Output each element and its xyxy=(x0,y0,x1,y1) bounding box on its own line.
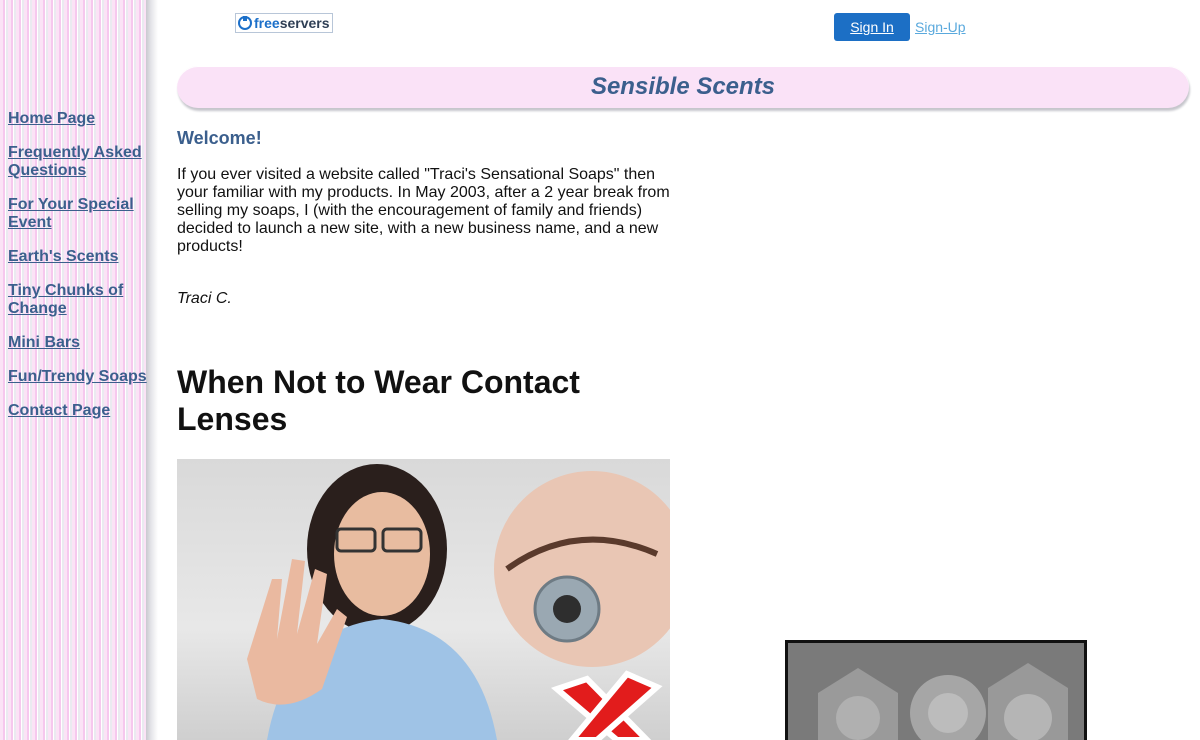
sidebar-item-home[interactable]: Home Page xyxy=(8,110,154,128)
intro-paragraph: If you ever visited a website called "Tr… xyxy=(177,166,670,255)
sidebar-item-faq[interactable]: Frequently Asked Questions xyxy=(8,144,154,180)
sidebar-item-special-event[interactable]: For Your Special Event xyxy=(8,196,154,232)
welcome-heading: Welcome! xyxy=(177,128,262,148)
hero-illustration xyxy=(247,464,670,740)
site-banner: Sensible Scents xyxy=(177,66,1189,108)
red-x-icon xyxy=(551,670,663,740)
sidebar-item-tiny-chunks[interactable]: Tiny Chunks of Change xyxy=(8,282,154,318)
freeservers-logo[interactable]: free servers xyxy=(235,13,333,33)
sign-in-button[interactable]: Sign In xyxy=(834,13,910,41)
logo-text-free: free xyxy=(254,15,280,31)
soap-photo[interactable] xyxy=(785,640,1087,740)
sidebar-item-earths-scents[interactable]: Earth's Scents xyxy=(8,248,154,266)
site-title: Sensible Scents xyxy=(590,73,776,100)
logo-text-servers: servers xyxy=(279,15,330,31)
article-title: When Not to Wear Contact Lenses xyxy=(177,364,580,437)
sidebar-nav: Home Page Frequently Asked Questions For… xyxy=(8,110,154,436)
sidebar-item-fun-trendy[interactable]: Fun/Trendy Soaps xyxy=(8,368,154,386)
article-hero-image[interactable] xyxy=(177,459,670,740)
signature: Traci C. xyxy=(177,290,232,307)
freeservers-logo-icon xyxy=(238,16,252,30)
soap-illustration xyxy=(788,643,1084,740)
sidebar-item-contact[interactable]: Contact Page xyxy=(8,402,154,420)
sidebar-item-mini-bars[interactable]: Mini Bars xyxy=(8,334,154,352)
sign-up-link[interactable]: Sign-Up xyxy=(915,19,966,35)
